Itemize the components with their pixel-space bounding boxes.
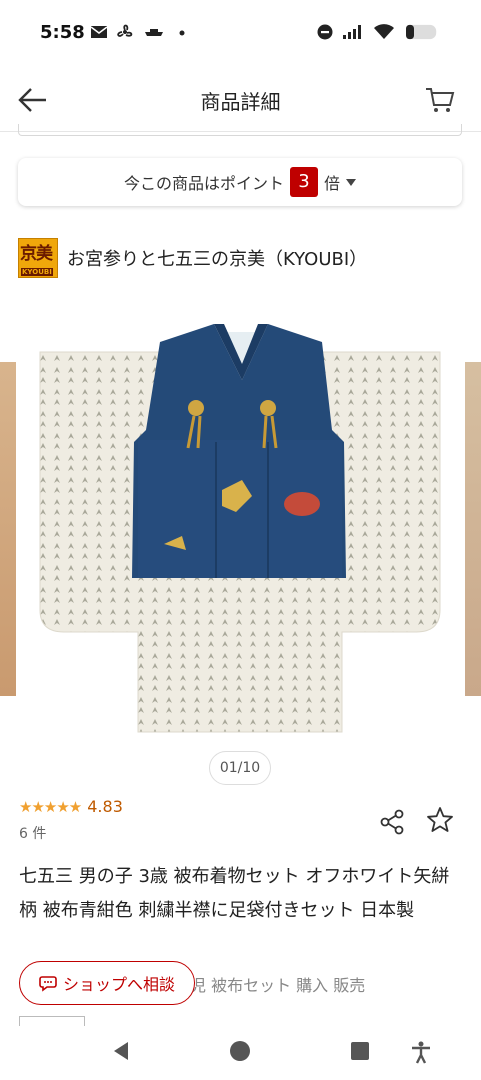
points-multiplier-badge: 3: [290, 167, 318, 197]
partial-badge: [19, 1016, 85, 1026]
page-title: 商品詳細: [200, 90, 281, 114]
app-header: 商品詳細: [0, 68, 481, 132]
status-time: 5:58: [40, 22, 85, 43]
product-title: 七五三 男の子 3歳 被布着物セット オフホワイト矢絣柄 被布青紺色 刺繍半襟に…: [19, 866, 450, 921]
home-circle-icon[interactable]: [229, 1040, 251, 1062]
shop-consult-button[interactable]: ショップへ相談: [19, 961, 195, 1005]
consult-label: ショップへ相談: [62, 975, 175, 994]
points-prefix: 今この商品はポイント: [123, 174, 284, 193]
image-counter: 01/10: [209, 751, 271, 785]
shop-logo: 京美 KYOUBI: [18, 238, 58, 278]
do-not-disturb-icon: [317, 24, 333, 40]
battery-icon: [406, 24, 437, 40]
points-suffix: 倍: [324, 174, 341, 193]
rating-value: 4.83: [87, 797, 123, 816]
review-count: 6 件: [19, 826, 47, 842]
chevron-down-icon: [346, 178, 357, 186]
shop-link[interactable]: 京美 KYOUBI お宮参りと七五三の京美（KYOUBI）: [18, 238, 367, 278]
boat-icon: [145, 29, 163, 36]
star-outline-icon[interactable]: [426, 806, 454, 834]
back-triangle-icon[interactable]: [110, 1040, 132, 1062]
star-rating-icons: ★★★★★: [19, 797, 82, 816]
shop-name: お宮参りと七五三の京美（KYOUBI）: [67, 249, 368, 270]
status-bar: 5:58: [0, 0, 481, 68]
mail-icon: [90, 26, 108, 38]
wifi-icon: [374, 24, 394, 39]
next-image-peek: [465, 362, 481, 696]
share-icon[interactable]: [378, 808, 406, 836]
system-nav-bar: [0, 1026, 481, 1080]
previous-image-peek: [0, 362, 16, 696]
chat-bubble-icon: [39, 976, 57, 992]
recents-square-icon[interactable]: [349, 1040, 371, 1062]
product-image[interactable]: [36, 320, 444, 740]
product-tags: 児 被布セット 購入 販売: [190, 976, 366, 995]
fan-icon: [117, 24, 133, 37]
points-banner[interactable]: 今この商品はポイント 3 倍: [18, 158, 462, 206]
dot-icon: [179, 30, 185, 36]
rating-summary[interactable]: ★★★★★ 4.83: [19, 797, 123, 816]
accessibility-icon[interactable]: [410, 1040, 432, 1064]
cart-icon[interactable]: [424, 84, 456, 116]
collapsed-panel-edge: [18, 124, 462, 136]
image-carousel[interactable]: [0, 300, 481, 750]
signal-icon: [343, 25, 361, 39]
